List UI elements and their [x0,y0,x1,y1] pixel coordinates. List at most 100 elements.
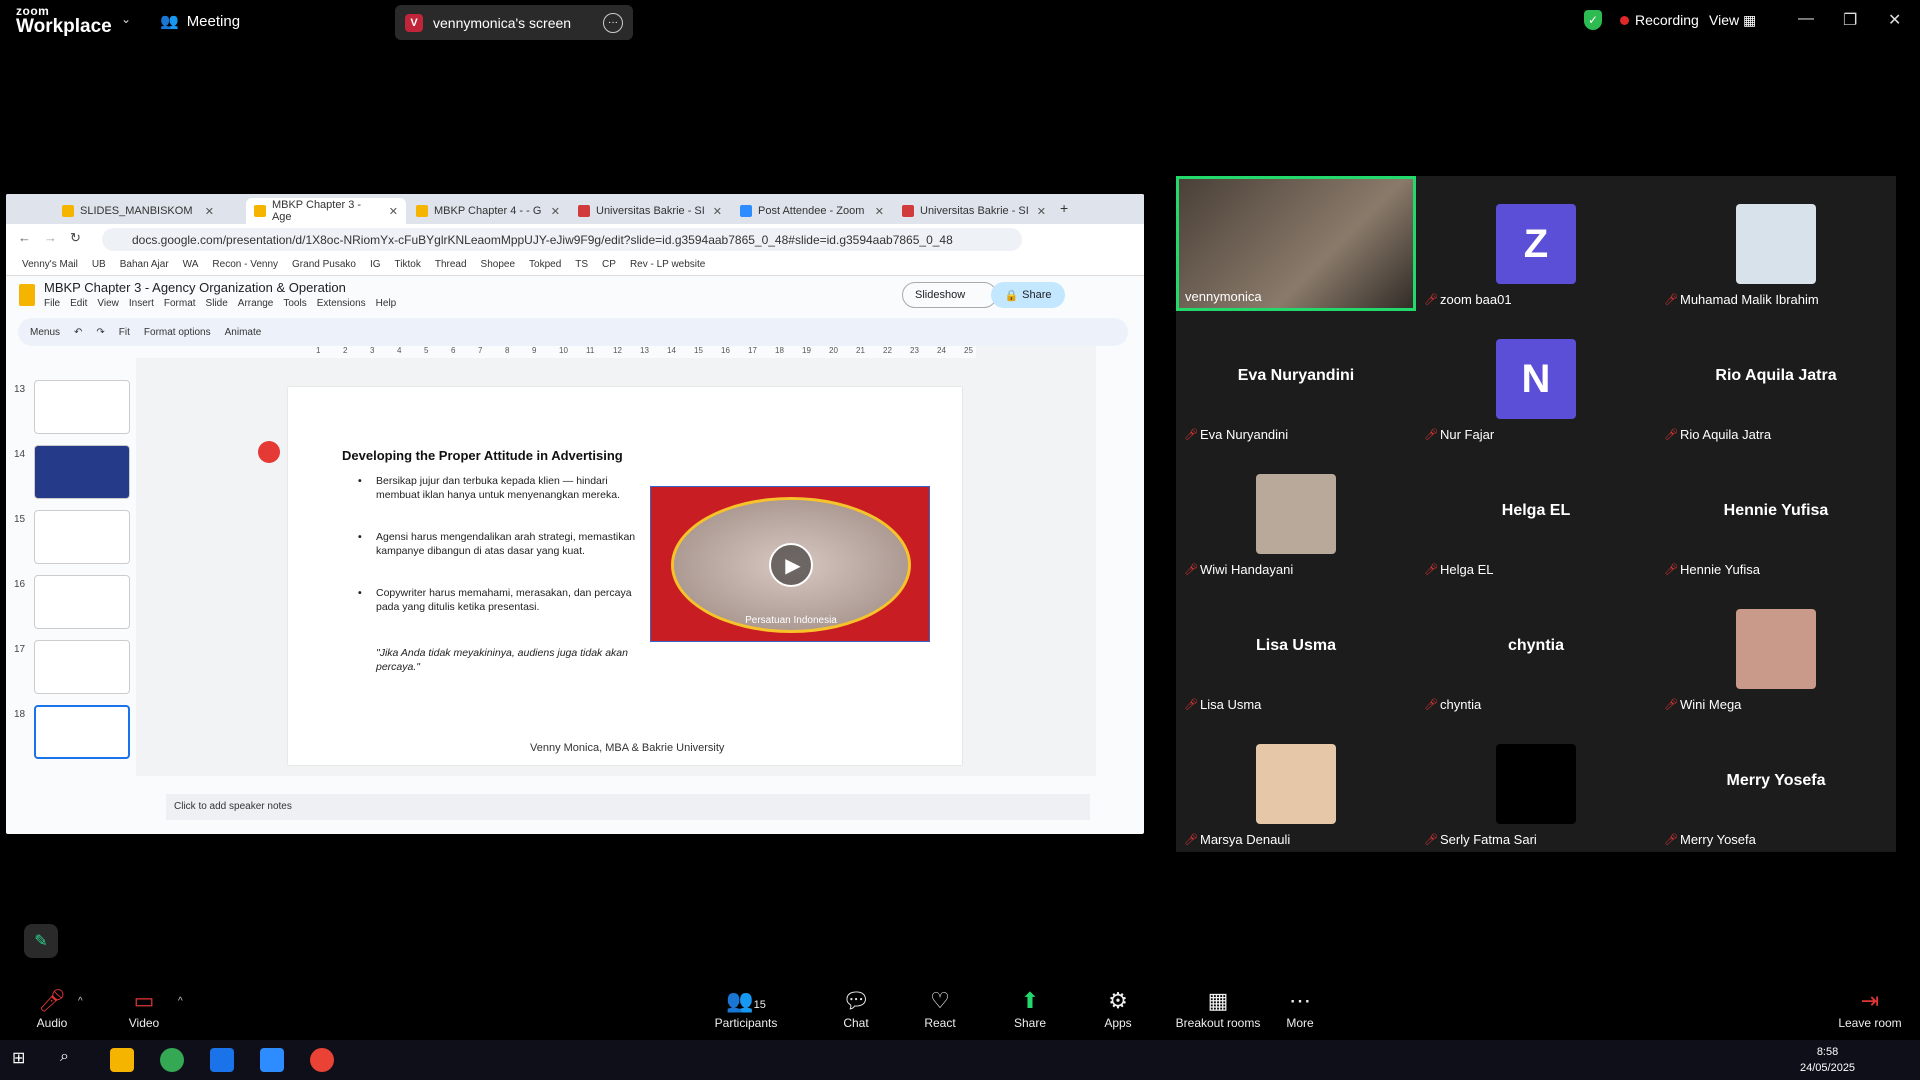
close-tab-icon[interactable]: ✕ [389,205,398,218]
bookmark[interactable]: Shopee [481,259,515,270]
bookmark[interactable]: Thread [435,259,467,270]
slide-footer[interactable]: Venny Monica, MBA & Bakrie University [530,742,724,754]
participant-tile[interactable]: Lisa Usma 🎤︎ Lisa Usma [1176,581,1416,716]
menus-search[interactable]: Menus [30,327,60,338]
apps-button[interactable]: ⚙ Apps [1068,988,1168,1030]
chrome-profile-icon[interactable] [310,1048,334,1072]
slide-bullet[interactable]: Copywriter harus memahami, merasakan, da… [358,586,646,614]
participant-tile[interactable]: vennymonica [1176,176,1416,311]
slide-thumbnail[interactable] [34,575,130,629]
windows-start-icon[interactable]: ⊞ [12,1048,36,1072]
file-explorer-icon[interactable] [110,1048,134,1072]
menu-arrange[interactable]: Arrange [238,298,274,309]
browser-tab[interactable]: SLIDES_MANBISKOM ✕ [54,198,222,224]
undo-icon[interactable]: ↶ [74,327,82,338]
bookmark[interactable]: IG [370,259,381,270]
more-options-icon[interactable]: ··· [603,12,623,33]
meeting-menu[interactable]: 👥 Meeting [160,12,240,31]
browser-tab[interactable]: Universitas Bakrie - SI ✕ [570,198,730,224]
browser-tab-active[interactable]: MBKP Chapter 3 - Age ✕ [246,198,406,224]
zoom-logo[interactable]: zoom Workplace [16,5,112,36]
participant-tile[interactable]: Eva Nuryandini 🎤︎ Eva Nuryandini [1176,311,1416,446]
menu-tools[interactable]: Tools [283,298,306,309]
google-slides-icon[interactable] [19,284,35,306]
security-shield-icon[interactable]: ✓ [1584,10,1602,30]
participant-tile[interactable]: Z 🎤︎ zoom baa01 [1416,176,1656,311]
document-title[interactable]: MBKP Chapter 3 - Agency Organization & O… [44,280,346,295]
video-button[interactable]: ▭ Video [94,988,194,1030]
bookmark[interactable]: Rev - LP website [630,259,705,270]
url-input[interactable]: docs.google.com/presentation/d/1X8oc-NRi… [102,228,1022,251]
close-tab-icon[interactable]: ✕ [205,205,214,218]
search-icon[interactable]: ⌕ [60,1048,84,1072]
close-tab-icon[interactable]: ✕ [875,205,884,218]
reload-icon[interactable]: ↻ [70,230,81,246]
bookmark[interactable]: WA [183,259,199,270]
system-clock[interactable]: 8:58 24/05/2025 [1800,1044,1855,1076]
slide-thumbnail[interactable] [34,380,130,434]
animate-button[interactable]: Animate [225,327,262,338]
annotate-pencil-icon[interactable]: ✎ [24,924,58,958]
minimize-icon[interactable]: — [1798,10,1814,28]
participant-tile[interactable]: Helga EL 🎤︎ Helga EL [1416,446,1656,581]
bookmark[interactable]: Venny's Mail [22,259,78,270]
close-icon[interactable]: ✕ [1888,10,1901,30]
menu-insert[interactable]: Insert [129,298,154,309]
slideshow-button[interactable]: Slideshow [902,282,997,308]
close-tab-icon[interactable]: ✕ [713,205,722,218]
participant-tile[interactable]: 🎤︎ Wiwi Handayani [1176,446,1416,581]
slide-bullet[interactable]: Bersikap jujur dan terbuka kepada klien … [358,474,646,502]
play-icon[interactable]: ▶ [769,543,813,587]
menu-help[interactable]: Help [376,298,397,309]
bookmark[interactable]: Tiktok [395,259,421,270]
slide-thumbnail[interactable] [34,640,130,694]
redo-icon[interactable]: ↷ [96,327,104,338]
menu-edit[interactable]: Edit [70,298,87,309]
forward-icon[interactable]: → [44,230,57,245]
zoom-fit-select[interactable]: Fit [119,327,130,338]
share-indicator[interactable]: V vennymonica's screen ··· [395,5,633,40]
participant-tile[interactable]: Rio Aquila Jatra 🎤︎ Rio Aquila Jatra [1656,311,1896,446]
menu-file[interactable]: File [44,298,60,309]
participant-tile[interactable]: Hennie Yufisa 🎤︎ Hennie Yufisa [1656,446,1896,581]
browser-tab[interactable]: Universitas Bakrie - SI ✕ [894,198,1054,224]
bookmark[interactable]: CP [602,259,616,270]
close-tab-icon[interactable]: ✕ [551,205,560,218]
video-options-chevron-icon[interactable]: ^ [178,996,183,1007]
speaker-notes[interactable]: Click to add speaker notes [166,794,1090,820]
menu-view[interactable]: View [97,298,119,309]
bookmark[interactable]: Bahan Ajar [120,259,169,270]
participant-tile[interactable]: chyntia 🎤︎ chyntia [1416,581,1656,716]
slide-bullet[interactable]: Agensi harus mengendalikan arah strategi… [358,530,646,558]
restore-icon[interactable]: ❐ [1843,10,1857,30]
embedded-video[interactable]: ▶ Persatuan Indonesia [650,486,930,642]
audio-options-chevron-icon[interactable]: ^ [78,996,83,1007]
bookmark[interactable]: UB [92,259,106,270]
menu-slide[interactable]: Slide [206,298,228,309]
bookmark[interactable]: Tokped [529,259,561,270]
slide-thumbnail[interactable] [34,445,130,499]
close-tab-icon[interactable]: ✕ [1037,205,1046,218]
slide-title[interactable]: Developing the Proper Attitude in Advert… [342,448,623,463]
format-options-button[interactable]: Format options [144,327,211,338]
browser-tab[interactable]: Post Attendee - Zoom ✕ [732,198,892,224]
audio-button[interactable]: 🎤︎ Audio [2,988,102,1030]
back-icon[interactable]: ← [18,230,31,245]
participant-tile[interactable]: Merry Yosefa 🎤︎ Merry Yosefa [1656,716,1896,851]
recording-indicator[interactable]: Recording [1620,12,1699,28]
participant-tile[interactable]: 🎤︎ Muhamad Malik Ibrahim [1656,176,1896,311]
menu-extensions[interactable]: Extensions [317,298,366,309]
share-screen-button[interactable]: ⬆ Share [980,988,1080,1030]
view-button[interactable]: View ▦ [1709,12,1756,29]
participants-button[interactable]: 👥15 Participants [696,988,796,1030]
react-button[interactable]: ♡ React [890,988,990,1030]
slide-thumbnail-selected[interactable] [34,705,130,759]
new-tab-icon[interactable]: + [1060,200,1068,216]
participant-tile[interactable]: 🎤︎ Wini Mega [1656,581,1896,716]
bookmark[interactable]: Grand Pusako [292,259,356,270]
bookmark[interactable]: Recon - Venny [212,259,278,270]
participant-tile[interactable]: 🎤︎ Serly Fatma Sari [1416,716,1656,851]
participant-tile[interactable]: 🎤︎ Marsya Denauli [1176,716,1416,851]
chrome-icon[interactable] [160,1048,184,1072]
more-button[interactable]: ⋯ More [1250,988,1350,1030]
